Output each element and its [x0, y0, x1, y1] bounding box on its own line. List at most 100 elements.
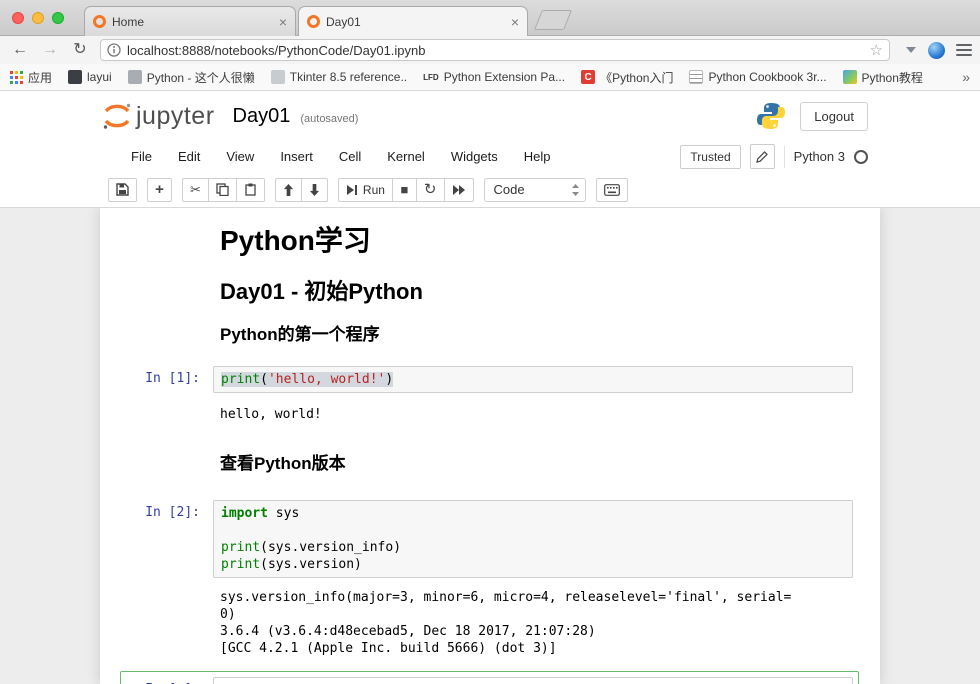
menu-help[interactable]: Help [511, 149, 564, 164]
stop-icon: ■ [400, 183, 408, 196]
code-input-area[interactable]: import sys print(sys.version_info) print… [213, 500, 853, 578]
menu-widgets[interactable]: Widgets [438, 149, 511, 164]
code-token: import [221, 506, 268, 521]
code-cell-2[interactable]: In [2]: import sys print(sys.version_inf… [100, 500, 880, 578]
bookmark-python-lazy[interactable]: Python - 这个人很懒 [128, 69, 255, 86]
site-favicon-icon [271, 70, 285, 84]
code-token: print [221, 540, 260, 555]
jupyter-logo[interactable]: jupyter [102, 100, 215, 132]
pencil-icon [756, 151, 768, 163]
code-line [221, 522, 852, 539]
notebook-heading-2: Day01 - 初始Python [220, 278, 853, 306]
bookmark-layui[interactable]: layui [68, 70, 112, 84]
code-cell-1[interactable]: In [1]: print('hello, world!') [100, 366, 880, 393]
cut-cell-button[interactable]: ✂ [182, 178, 209, 202]
close-window-button[interactable] [12, 12, 24, 24]
minimize-window-button[interactable] [32, 12, 44, 24]
bookmark-label: 应用 [28, 69, 52, 86]
trusted-button[interactable]: Trusted [680, 145, 740, 169]
restart-run-all-button[interactable] [444, 178, 474, 202]
code-token: (sys.version_info) [260, 540, 401, 555]
tab-close-icon[interactable]: × [279, 15, 287, 29]
url-text[interactable]: localhost:8888/notebooks/PythonCode/Day0… [127, 43, 870, 58]
menu-kernel[interactable]: Kernel [374, 149, 438, 164]
paste-cell-button[interactable] [236, 178, 265, 202]
restart-kernel-button[interactable]: ↻ [416, 178, 445, 202]
book-favicon-icon [689, 70, 703, 84]
menu-file[interactable]: File [118, 149, 165, 164]
browser-actions [905, 38, 972, 62]
dropdown-triangle-icon[interactable] [905, 46, 917, 54]
browser-tab-home[interactable]: Home × [84, 6, 296, 36]
code-cell-3-selected[interactable]: In [ ]: [120, 671, 859, 684]
fast-forward-icon [452, 184, 466, 196]
code-line: import sys [221, 505, 852, 522]
copy-cell-button[interactable] [208, 178, 237, 202]
browser-window: Home × Day01 × ← → ↻ localhost:8888/note… [0, 0, 980, 684]
bookmark-apps[interactable]: 应用 [10, 69, 52, 86]
bookmark-label: Tkinter 8.5 reference.. [290, 70, 407, 84]
code-token: ) [385, 372, 393, 387]
bookmark-label: layui [87, 70, 112, 84]
cut-icon: ✂ [190, 183, 201, 196]
logout-button[interactable]: Logout [800, 102, 868, 131]
back-icon[interactable]: ← [8, 38, 32, 62]
notebook-title[interactable]: Day01 [233, 105, 291, 128]
paste-icon [244, 183, 257, 196]
move-cell-up-button[interactable] [275, 178, 302, 202]
menu-view[interactable]: View [213, 149, 267, 164]
bookmark-label: Python教程 [862, 69, 923, 86]
bookmark-python-intro[interactable]: C 《Python入门 [581, 69, 673, 86]
bookmark-cookbook[interactable]: Python Cookbook 3r... [689, 70, 826, 84]
bookmark-python-tutorial[interactable]: Python教程 [843, 69, 923, 86]
input-prompt: In [1]: [100, 366, 213, 393]
bookmark-tkinter[interactable]: Tkinter 8.5 reference.. [271, 70, 407, 84]
jupyter-brand-text: jupyter [136, 102, 215, 131]
command-palette-button[interactable] [596, 178, 628, 202]
page-info-icon[interactable] [107, 43, 121, 57]
browser-navbar: ← → ↻ localhost:8888/notebooks/PythonCod… [0, 36, 980, 64]
bookmark-python-extension[interactable]: LFD Python Extension Pa... [423, 70, 565, 84]
tab-close-icon[interactable]: × [511, 15, 519, 29]
restart-icon: ↻ [424, 182, 437, 197]
arrow-up-icon [283, 184, 294, 196]
chrome-menu-icon[interactable] [956, 44, 972, 56]
markdown-cell-h3-first[interactable]: Python的第一个程序 [100, 324, 880, 346]
menu-cell[interactable]: Cell [326, 149, 374, 164]
markdown-cell-h2[interactable]: Day01 - 初始Python [100, 278, 880, 306]
code-token: (sys.version) [260, 557, 362, 572]
code-line: print('hello, world!') [221, 371, 852, 388]
forward-icon[interactable]: → [38, 38, 62, 62]
notebook-scroll-area[interactable]: Python学习 Day01 - 初始Python Python的第一个程序 I… [0, 208, 980, 684]
markdown-cell-h3-second[interactable]: 查看Python版本 [100, 453, 880, 475]
run-cell-button[interactable]: Run [338, 178, 393, 202]
interrupt-kernel-button[interactable]: ■ [392, 178, 417, 202]
address-bar[interactable]: localhost:8888/notebooks/PythonCode/Day0… [100, 39, 890, 61]
code-input-area[interactable] [213, 677, 853, 684]
arrow-down-icon [309, 184, 320, 196]
bookmarks-overflow-icon[interactable]: » [962, 69, 970, 85]
window-controls [12, 12, 64, 24]
markdown-cell-h1[interactable]: Python学习 [100, 224, 880, 258]
menu-insert[interactable]: Insert [267, 149, 326, 164]
bookmark-star-icon[interactable]: ☆ [870, 41, 883, 59]
code-token: sys [268, 506, 299, 521]
browser-tab-day01[interactable]: Day01 × [298, 6, 528, 36]
run-label: Run [363, 183, 385, 197]
code-input-area[interactable]: print('hello, world!') [213, 366, 853, 393]
menu-edit[interactable]: Edit [165, 149, 213, 164]
code-line: print(sys.version) [221, 556, 852, 573]
output-area-2: sys.version_info(major=3, minor=6, micro… [100, 587, 880, 657]
output-area-1: hello, world! [100, 404, 880, 423]
zoom-window-button[interactable] [52, 12, 64, 24]
csdn-favicon-icon: C [581, 70, 595, 84]
move-cell-down-button[interactable] [301, 178, 328, 202]
cell-type-select[interactable]: Code [484, 178, 586, 202]
globe-extension-icon[interactable] [928, 42, 945, 59]
new-tab-button[interactable] [534, 10, 572, 30]
save-button[interactable] [108, 178, 137, 202]
reload-icon[interactable]: ↻ [68, 38, 92, 62]
add-cell-button[interactable]: + [147, 178, 172, 202]
notebook-heading-3: 查看Python版本 [220, 453, 853, 475]
prompt-spacer [100, 278, 213, 306]
